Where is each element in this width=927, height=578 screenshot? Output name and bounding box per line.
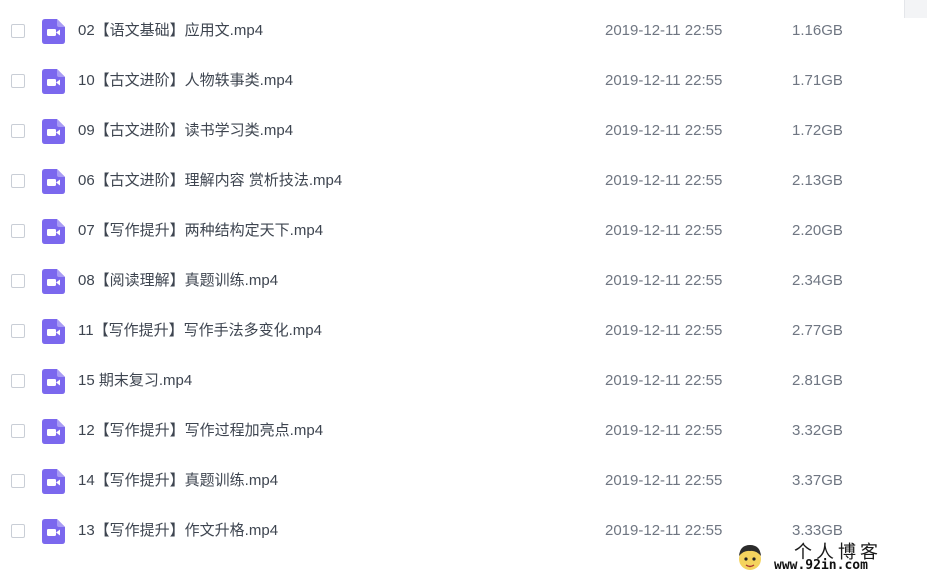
file-modified-date: 2019-12-11 22:55	[605, 372, 723, 389]
file-modified-date: 2019-12-11 22:55	[605, 522, 723, 539]
video-file-icon	[42, 369, 65, 394]
file-modified-date: 2019-12-11 22:55	[605, 472, 723, 489]
file-name[interactable]: 15 期末复习.mp4	[78, 372, 192, 390]
file-row[interactable]: 09【古文进阶】读书学习类.mp4 2019-12-11 22:55 1.72G…	[0, 107, 927, 157]
file-name[interactable]: 12【写作提升】写作过程加亮点.mp4	[78, 422, 323, 440]
file-row[interactable]: 10【古文进阶】人物轶事类.mp4 2019-12-11 22:55 1.71G…	[0, 57, 927, 107]
row-checkbox[interactable]	[11, 374, 25, 388]
file-size: 2.77GB	[792, 322, 843, 339]
file-modified-date: 2019-12-11 22:55	[605, 72, 723, 89]
file-row[interactable]: 12【写作提升】写作过程加亮点.mp4 2019-12-11 22:55 3.3…	[0, 407, 927, 457]
video-file-icon	[42, 469, 65, 494]
video-file-icon	[42, 269, 65, 294]
right-edge-panel	[904, 0, 927, 18]
file-row[interactable]: 15 期末复习.mp4 2019-12-11 22:55 2.81GB	[0, 357, 927, 407]
file-row[interactable]: 11【写作提升】写作手法多变化.mp4 2019-12-11 22:55 2.7…	[0, 307, 927, 357]
file-row[interactable]: 03【阅读理解】小说专题.mp4 2019-12-11 22:55 1.14GB	[0, 0, 927, 7]
file-row[interactable]: 14【写作提升】真题训练.mp4 2019-12-11 22:55 3.37GB	[0, 457, 927, 507]
file-size: 3.37GB	[792, 472, 843, 489]
file-list: 03【阅读理解】小说专题.mp4 2019-12-11 22:55 1.14GB…	[0, 0, 927, 557]
row-checkbox[interactable]	[11, 324, 25, 338]
file-modified-date: 2019-12-11 22:55	[605, 22, 723, 39]
row-checkbox[interactable]	[11, 524, 25, 538]
file-modified-date: 2019-12-11 22:55	[605, 122, 723, 139]
video-file-icon	[42, 69, 65, 94]
video-file-icon	[42, 419, 65, 444]
file-modified-date: 2019-12-11 22:55	[605, 172, 723, 189]
file-row[interactable]: 08【阅读理解】真题训练.mp4 2019-12-11 22:55 2.34GB	[0, 257, 927, 307]
video-file-icon	[42, 319, 65, 344]
row-checkbox[interactable]	[11, 74, 25, 88]
file-size: 2.81GB	[792, 372, 843, 389]
watermark-avatar-icon	[739, 545, 761, 570]
file-modified-date: 2019-12-11 22:55	[605, 322, 723, 339]
file-name[interactable]: 07【写作提升】两种结构定天下.mp4	[78, 222, 323, 240]
file-modified-date: 2019-12-11 22:55	[605, 422, 723, 439]
file-size: 3.32GB	[792, 422, 843, 439]
video-file-icon	[42, 169, 65, 194]
file-row[interactable]: 06【古文进阶】理解内容 赏析技法.mp4 2019-12-11 22:55 2…	[0, 157, 927, 207]
row-checkbox[interactable]	[11, 174, 25, 188]
watermark: 个人博客 www.92in.com	[732, 538, 922, 576]
file-size: 1.71GB	[792, 72, 843, 89]
row-checkbox[interactable]	[11, 474, 25, 488]
file-modified-date: 2019-12-11 22:55	[605, 222, 723, 239]
row-checkbox[interactable]	[11, 24, 25, 38]
file-name[interactable]: 14【写作提升】真题训练.mp4	[78, 472, 278, 490]
file-row[interactable]: 02【语文基础】应用文.mp4 2019-12-11 22:55 1.16GB	[0, 7, 927, 57]
file-name[interactable]: 09【古文进阶】读书学习类.mp4	[78, 122, 293, 140]
file-size: 2.20GB	[792, 222, 843, 239]
file-row[interactable]: 07【写作提升】两种结构定天下.mp4 2019-12-11 22:55 2.2…	[0, 207, 927, 257]
row-checkbox[interactable]	[11, 424, 25, 438]
file-name[interactable]: 13【写作提升】作文升格.mp4	[78, 522, 278, 540]
watermark-url: www.92in.com	[774, 558, 868, 573]
video-file-icon	[42, 519, 65, 544]
file-size: 2.13GB	[792, 172, 843, 189]
file-name[interactable]: 06【古文进阶】理解内容 赏析技法.mp4	[78, 172, 342, 190]
file-name[interactable]: 02【语文基础】应用文.mp4	[78, 22, 263, 40]
video-file-icon	[42, 219, 65, 244]
file-name[interactable]: 10【古文进阶】人物轶事类.mp4	[78, 72, 293, 90]
video-file-icon	[42, 19, 65, 44]
file-size: 1.72GB	[792, 122, 843, 139]
file-modified-date: 2019-12-11 22:55	[605, 272, 723, 289]
row-checkbox[interactable]	[11, 274, 25, 288]
file-size: 1.16GB	[792, 22, 843, 39]
file-name[interactable]: 08【阅读理解】真题训练.mp4	[78, 272, 278, 290]
row-checkbox[interactable]	[11, 224, 25, 238]
file-size: 2.34GB	[792, 272, 843, 289]
row-checkbox[interactable]	[11, 124, 25, 138]
video-file-icon	[42, 119, 65, 144]
file-name[interactable]: 11【写作提升】写作手法多变化.mp4	[78, 322, 322, 340]
